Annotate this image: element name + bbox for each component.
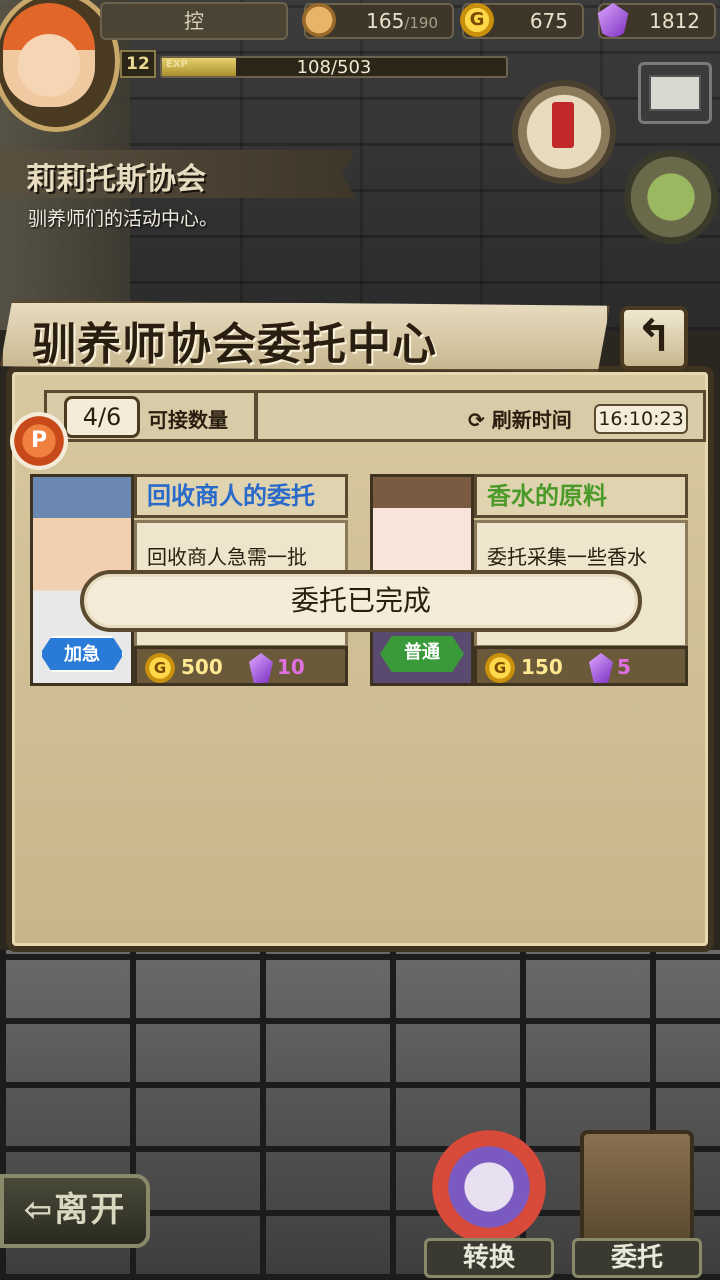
urgent-tag: 加急 — [40, 636, 124, 672]
commission-button[interactable]: 委托 — [572, 1130, 702, 1278]
avatar-face — [3, 3, 95, 107]
refresh-label[interactable]: ⟳ 刷新时间 — [468, 404, 572, 433]
refresh-time: 16:10:23 — [594, 404, 688, 434]
gold-counter[interactable]: G 675 — [460, 3, 584, 39]
stamina-value: 165 — [366, 9, 405, 33]
reward-gems: 5 — [617, 655, 631, 679]
exclamation-icon — [552, 102, 574, 148]
mail-button[interactable] — [638, 62, 712, 124]
gem-icon — [597, 3, 629, 37]
notice-board-icon — [580, 1130, 694, 1244]
accept-count-label: 可接数量 — [148, 408, 228, 432]
accept-count: 4/6 — [64, 396, 140, 438]
reward-gold: 500 — [181, 655, 223, 679]
reward-gold: 150 — [521, 655, 563, 679]
stamina-counter[interactable]: 165/190 — [302, 3, 454, 39]
commission-title: 香水的原料 — [474, 474, 688, 518]
gold-coin-icon: G — [145, 653, 175, 683]
backpack-button[interactable] — [624, 150, 718, 244]
convert-button[interactable]: 转换 — [424, 1130, 554, 1278]
commission-reward: G 500 10 — [134, 646, 348, 686]
exp-text: 108/503 — [296, 57, 372, 78]
gold-coin-icon: G — [460, 3, 494, 37]
player-level: 12 — [120, 50, 156, 78]
envelope-icon — [649, 75, 701, 111]
gold-coin-icon: G — [485, 653, 515, 683]
location-title: 莉莉托斯协会 — [26, 162, 206, 197]
guild-emblem-icon: P — [10, 412, 68, 470]
commission-reward: G 150 5 — [474, 646, 688, 686]
commission-title: 回收商人的委托 — [134, 474, 348, 518]
convert-label: 转换 — [424, 1238, 554, 1278]
stamina-max: /190 — [404, 14, 438, 32]
header-divider — [254, 390, 258, 442]
commission-label: 委托 — [572, 1238, 702, 1278]
player-name[interactable]: 控 — [100, 2, 288, 40]
gem-icon — [249, 653, 273, 683]
quest-scroll-button[interactable] — [512, 80, 616, 184]
gem-counter[interactable]: 1812 — [597, 3, 716, 39]
bread-icon — [302, 3, 336, 37]
leave-button[interactable]: ⇦离开 — [0, 1174, 150, 1248]
gem-value: 1812 — [649, 9, 700, 33]
exp-bar: EXP 108/503 — [160, 56, 508, 78]
back-button[interactable]: ↰ — [620, 306, 688, 370]
panel-title: 驯养师协会委托中心 — [32, 319, 437, 370]
location-subtitle: 驯养师们的活动中心。 — [28, 208, 219, 230]
gem-icon — [589, 653, 613, 683]
reward-gems: 10 — [277, 655, 305, 679]
completion-toast: 委托已完成 — [80, 570, 642, 632]
convert-icon — [432, 1130, 546, 1244]
normal-tag: 普通 — [380, 636, 464, 672]
gold-value: 675 — [529, 9, 568, 33]
